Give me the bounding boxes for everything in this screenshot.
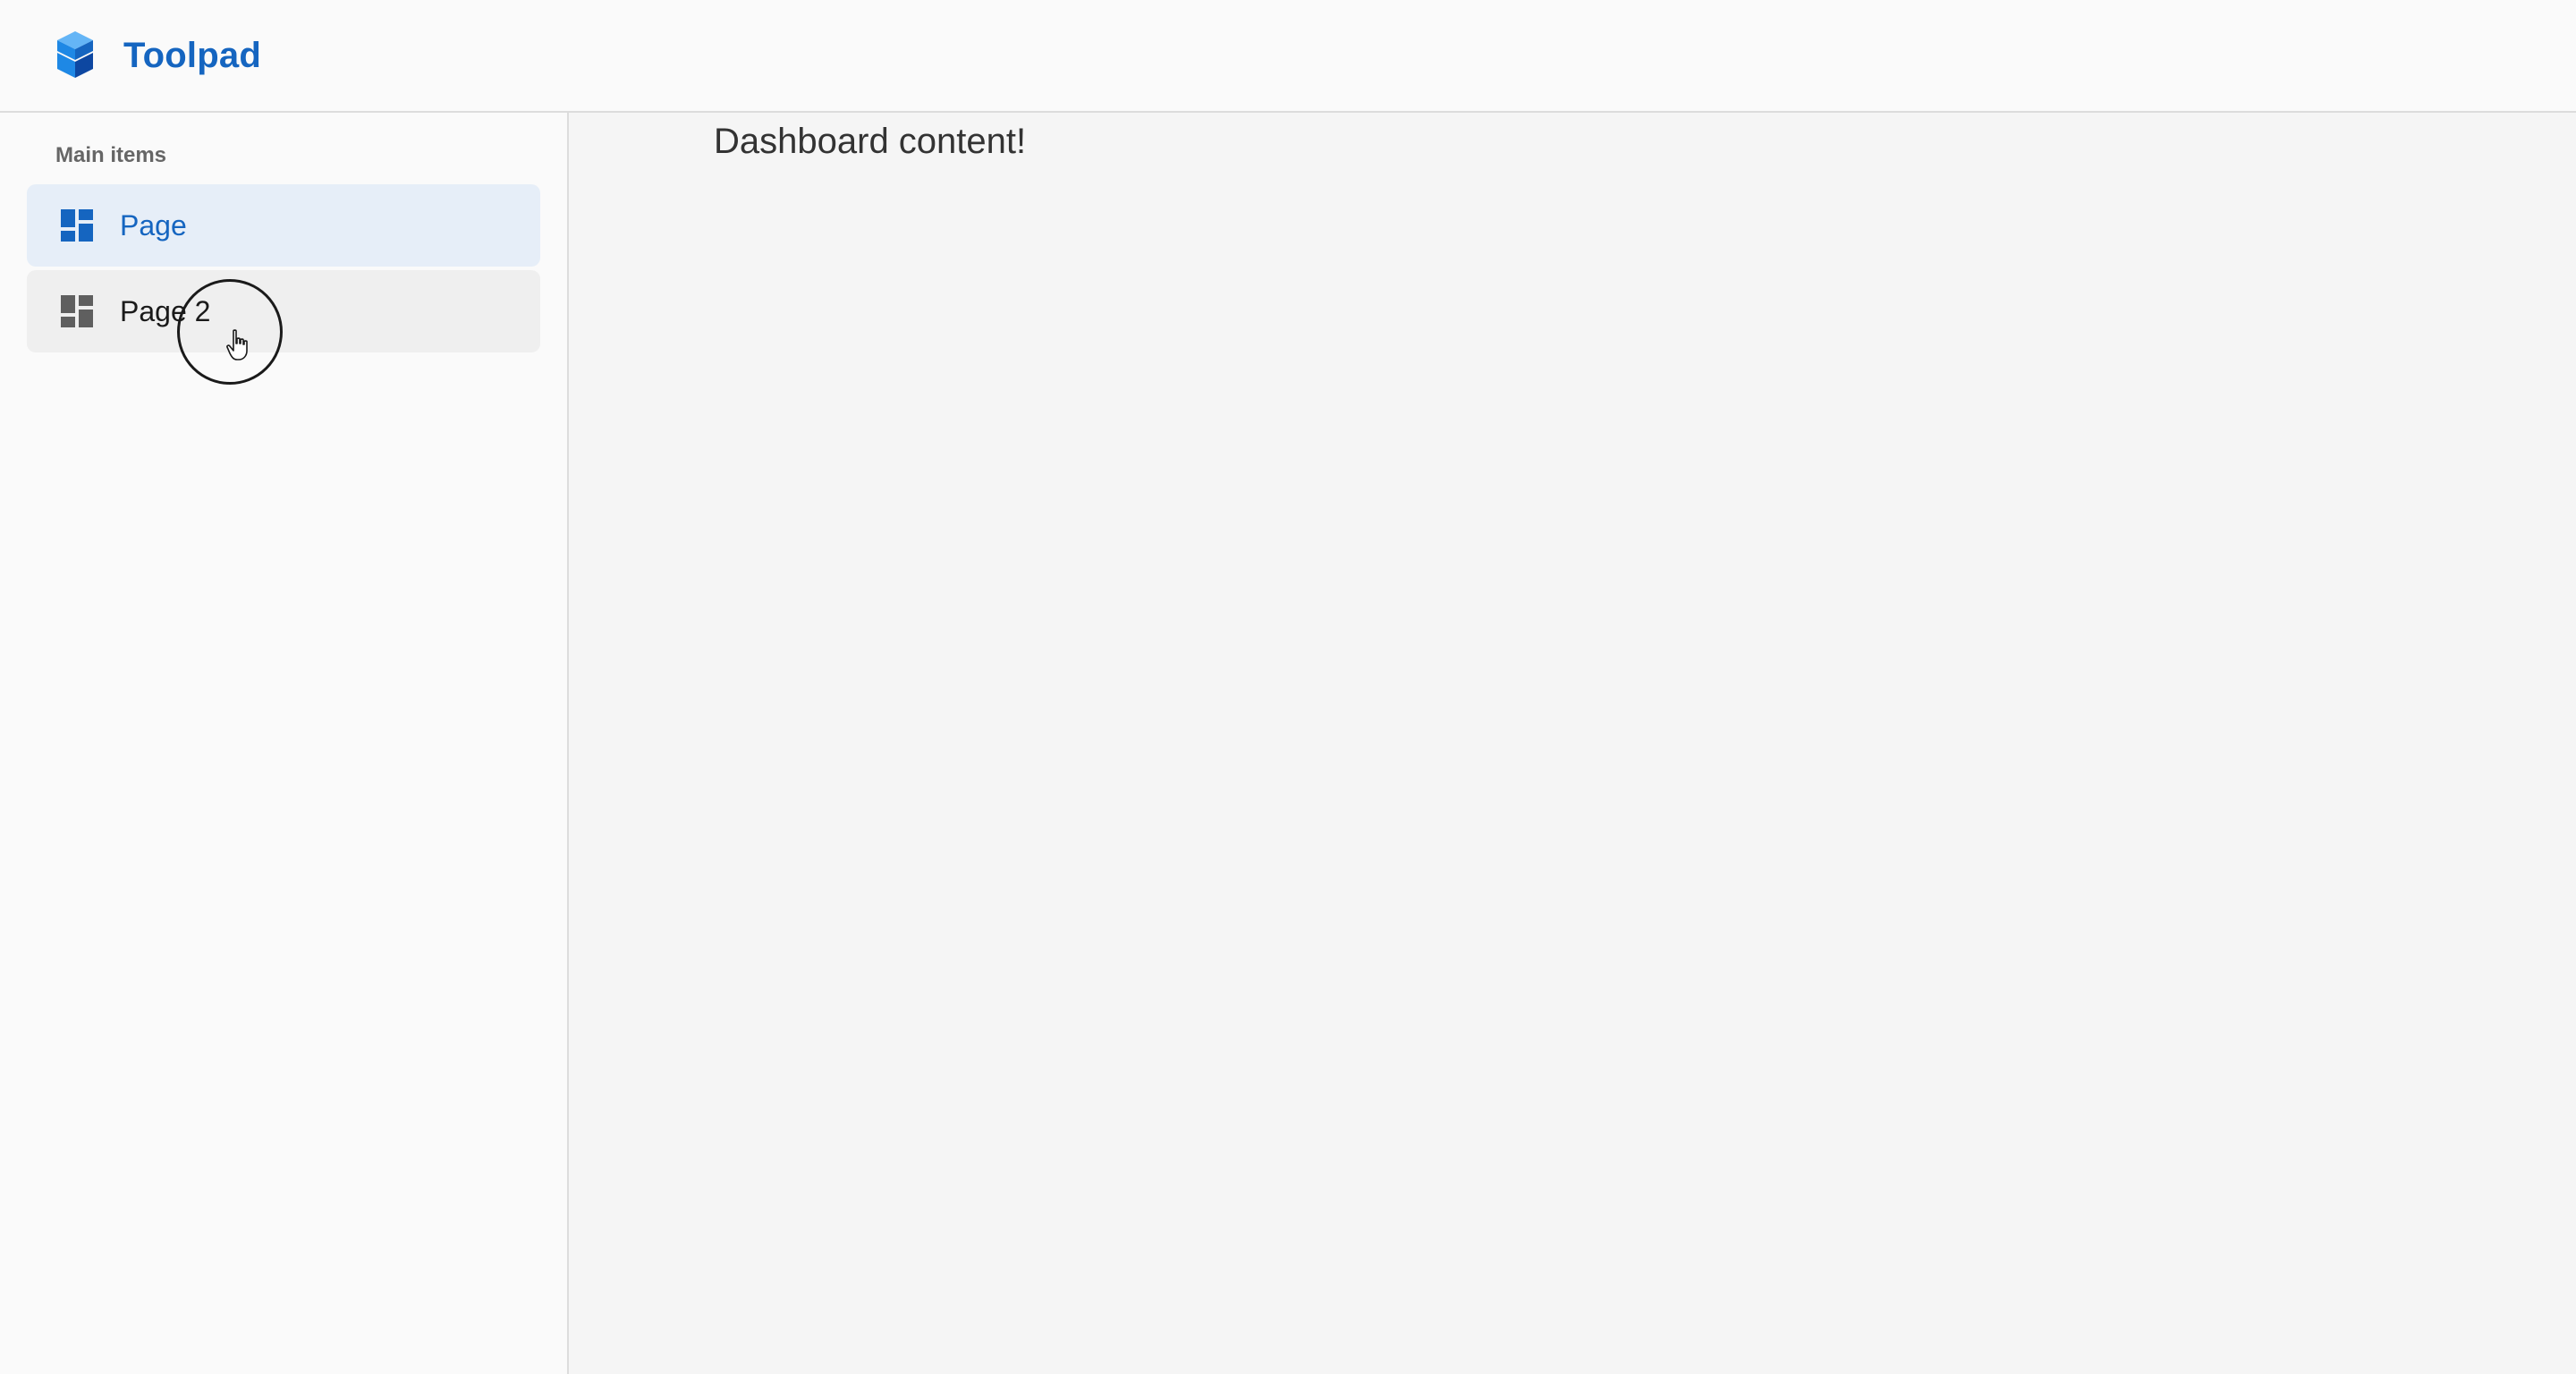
brand-link[interactable]: Toolpad (52, 30, 261, 81)
sidebar-item-label: Page (120, 209, 187, 242)
sidebar: Main items Page Page 2 (0, 113, 569, 1374)
dashboard-icon (61, 295, 93, 327)
dashboard-icon (61, 209, 93, 242)
sidebar-item-page-2[interactable]: Page 2 (27, 270, 540, 352)
toolpad-logo-icon (52, 30, 98, 81)
sidebar-item-label: Page 2 (120, 295, 211, 327)
sidebar-section-label: Main items (55, 143, 167, 167)
dashboard-content-text: Dashboard content! (714, 122, 1027, 161)
main-content: Dashboard content! (569, 113, 2576, 1374)
app-root: Toolpad Main items Page Page 2 Dashboard… (0, 0, 2576, 1374)
app-title: Toolpad (123, 35, 261, 75)
sidebar-nav-list: Page Page 2 (27, 184, 540, 356)
sidebar-item-page[interactable]: Page (27, 184, 540, 267)
app-header: Toolpad (0, 0, 2576, 113)
